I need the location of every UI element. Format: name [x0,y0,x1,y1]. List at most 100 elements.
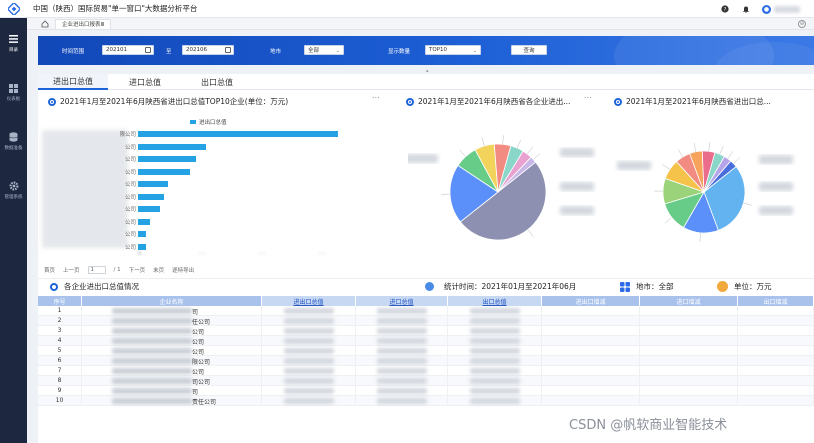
table-row[interactable]: 4 公司 [38,336,814,346]
bar-category-label: 限公司 [119,132,136,138]
table-row[interactable]: 8 司公司 [38,376,814,386]
calendar-icon[interactable] [145,47,151,53]
company-name-cell: 司 [82,306,262,316]
bar-2[interactable] [138,143,206,150]
calendar-icon[interactable] [225,47,231,53]
pie1-more-icon[interactable]: ··· [584,94,592,102]
redacted-company-name [112,368,192,374]
help-icon[interactable]: ? [720,5,729,14]
row-number: 9 [38,386,82,395]
company-name-tail: 司 [192,309,199,316]
row-number: 4 [38,336,82,345]
redacted-value-cell [262,396,356,405]
change-cell [542,326,640,335]
table-row[interactable]: 6 限公司 [38,356,814,366]
pie1-leader-line [459,149,466,157]
redacted-value-cell [448,376,542,385]
col-header-export[interactable]: 出口总值 [448,296,542,306]
bar-chart-title-text: 2021年1月至2021年6月陕西省进出口总值TOP10企业(单位：万元) [60,97,289,106]
company-name-tail: 公司 [192,349,205,356]
redacted-value-cell [356,306,448,315]
sidebar-item-catalog[interactable]: 目录 [0,34,27,53]
redacted-company-name [112,308,192,314]
bar-category-label: 公司 [124,244,136,251]
change-cell [542,306,640,315]
company-name-cell: 责任公司 [82,396,262,406]
tab-total-trade[interactable]: 进出口总值 [38,74,108,90]
change-cell [640,386,738,395]
home-icon[interactable] [39,18,51,30]
bar-chart-more-icon[interactable]: ··· [372,94,380,102]
col-header-import[interactable]: 进口总值 [356,296,448,306]
legend-swatch [190,120,196,124]
company-name-cell: 公司 [82,366,262,376]
bar-8[interactable] [138,218,150,225]
redacted-value-cell [262,306,356,315]
user-avatar-icon[interactable]: ● [762,4,771,14]
x-tick: 0 [138,251,142,257]
bar-9[interactable] [138,231,146,237]
change-cell [738,316,814,325]
bar-3[interactable] [138,156,196,162]
bar-chart-legend: 进出口总值 [190,118,227,126]
col-header-total[interactable]: 进出口总值 [262,296,356,306]
pie1-leader-line [502,135,504,145]
pie2-redacted-label [617,161,651,170]
pie1-title-text: 2021年1月至2021年6月陕西省各企业进出... [418,97,571,106]
notification-bell-icon[interactable] [741,5,750,14]
start-month-value: 202101 [106,47,127,53]
table-row[interactable]: 10 责任公司 [38,396,814,406]
bar-category-label: 公司 [124,144,136,151]
redacted-value-cell [356,366,448,375]
start-month-input[interactable]: 202101 [102,45,154,55]
next-page-button[interactable]: 下一页 [129,266,146,274]
pie2-redacted-label [759,182,793,191]
table-row[interactable]: 2 任公司 [38,316,814,326]
col-header-no: 序号 [38,296,82,306]
change-cell [542,316,640,325]
table-row[interactable]: 7 公司 [38,366,814,376]
redacted-value-cell [262,346,356,355]
display-count-select[interactable]: TOP10 ⌄ [425,45,481,55]
export-button[interactable]: 逐特导出 [172,266,194,274]
bar-10[interactable] [138,243,146,250]
bar-7[interactable] [138,206,160,212]
tab-export-total[interactable]: 出口总值 [182,74,252,90]
tab-import-total[interactable]: 进口总值 [110,74,180,90]
table-row[interactable]: 1司 [38,306,814,316]
bar-1[interactable] [138,131,338,137]
city-select[interactable]: 全部 ⌄ [304,45,344,55]
tab-enterprise-report[interactable]: 企业进出口报表Ⅲ [55,18,112,29]
company-name-tail: 限公司 [192,359,211,366]
redacted-company-name [112,338,192,344]
sidebar-item-admin[interactable]: 管理系统 [0,181,27,200]
first-page-button[interactable]: 首页 [44,266,55,274]
pie1-redacted-label [560,206,594,215]
close-all-tabs-icon[interactable]: ⊖ [798,20,806,28]
redacted-value-cell [448,366,542,375]
sidebar-item-label: 管理系统 [4,195,23,200]
table-row[interactable]: 3 公司 [38,326,814,336]
bar-6[interactable] [138,193,164,200]
change-cell [542,376,640,385]
company-name-cell: 限公司 [82,356,262,366]
table-row[interactable]: 9司 [38,386,814,396]
change-cell [738,346,814,355]
end-month-input[interactable]: 202106 [182,45,234,55]
bar-4[interactable] [138,168,190,175]
change-cell [738,326,814,335]
table-row[interactable]: 5 公司 [38,346,814,356]
sidebar-item-data-prep[interactable]: 数据准备 [0,132,27,151]
page-number-input[interactable]: 1 [87,266,106,274]
row-number: 10 [38,396,82,405]
redacted-value-cell [356,346,448,355]
bar-5[interactable] [138,181,168,187]
query-button[interactable]: 查询 [511,45,547,55]
enterprise-table: 序号 企业名称 进出口总值 进口总值 出口总值 进出口增减 进口增减 出口增减 … [38,296,814,406]
last-page-button[interactable]: 末页 [153,266,164,274]
change-cell [640,376,738,385]
bar-category-label: 公司 [124,207,136,213]
pie1-leader-line [527,229,534,237]
prev-page-button[interactable]: 上一页 [63,266,80,274]
sidebar-item-dashboard[interactable]: 仪表板 [0,83,27,102]
